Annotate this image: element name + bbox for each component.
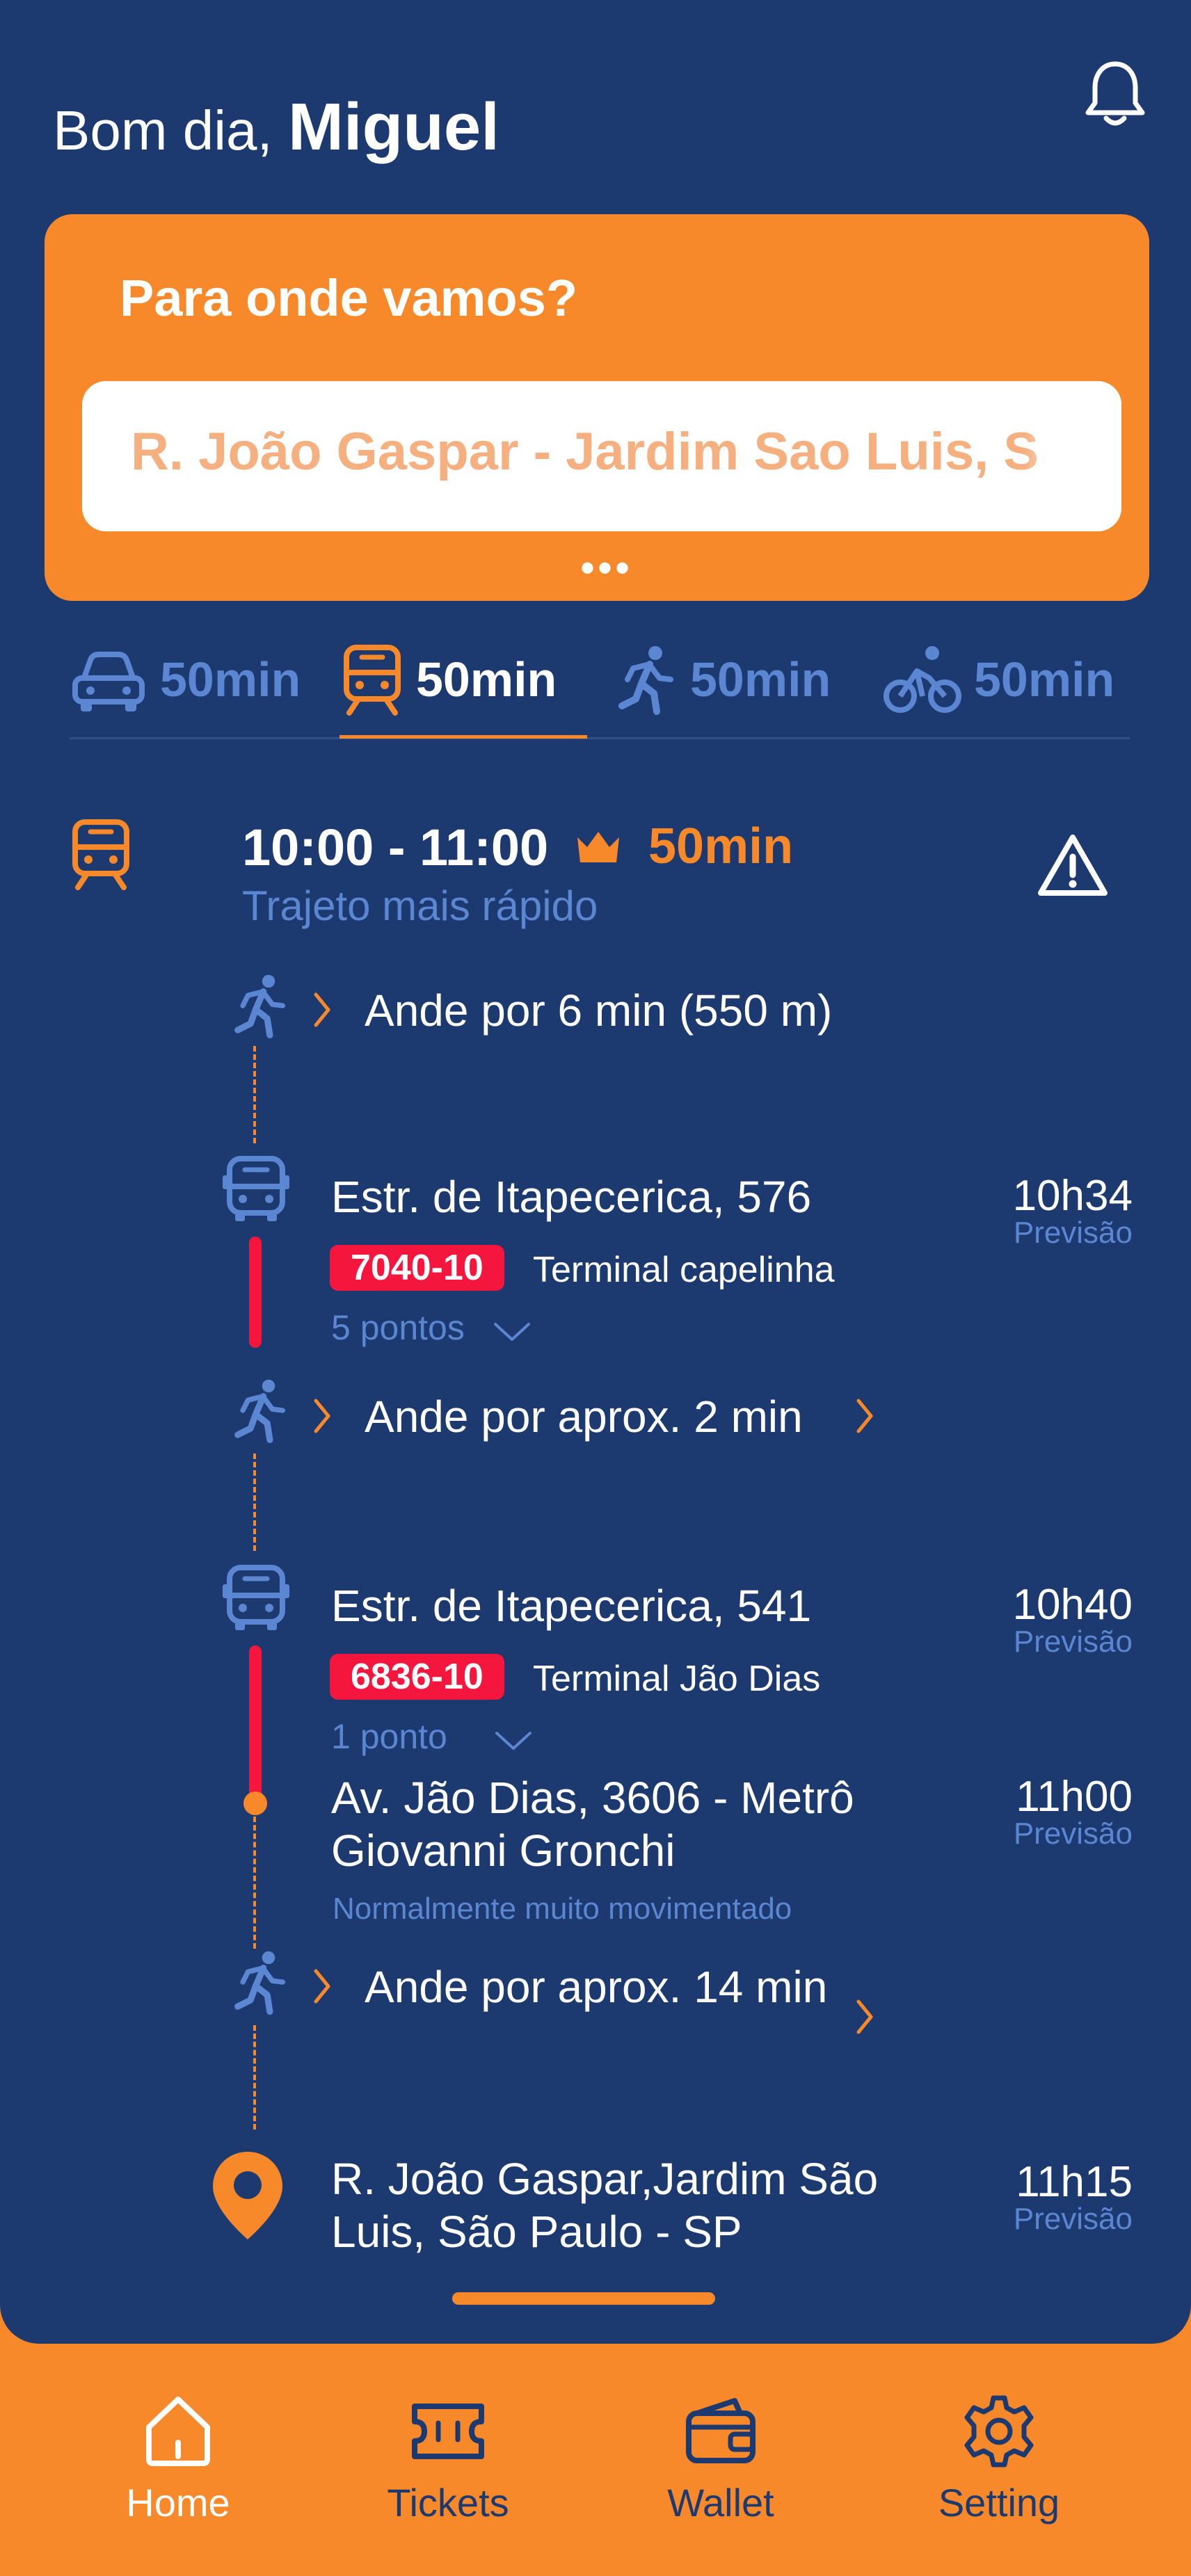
route-subtitle: Trajeto mais rápido bbox=[242, 883, 598, 929]
chevron-down-icon[interactable] bbox=[491, 1319, 533, 1344]
greeting-text: Bom dia, bbox=[53, 99, 273, 161]
alert-icon[interactable] bbox=[1035, 832, 1110, 899]
destination-search-value: R. João Gaspar - Jardim Sao Luis, S bbox=[131, 422, 1039, 481]
bus-icon bbox=[223, 1565, 289, 1630]
mode-tab-car[interactable]: 50min bbox=[70, 641, 301, 718]
stop-2-time-label: Previsão bbox=[1013, 1625, 1133, 1659]
greeting: Bom dia, Miguel bbox=[53, 89, 499, 166]
destination-search-input[interactable]: R. João Gaspar - Jardim Sao Luis, S bbox=[82, 381, 1121, 531]
stop-dot bbox=[243, 1792, 267, 1815]
line-badge[interactable]: 6836-10 bbox=[330, 1654, 504, 1700]
walk-step-3: Ande por aprox. 14 min bbox=[365, 1962, 828, 2012]
chevron-right-icon[interactable] bbox=[312, 1396, 333, 1435]
stop-1-time: 10h34 bbox=[1012, 1172, 1133, 1220]
bus-line-segment bbox=[249, 1645, 262, 1800]
nav-wallet[interactable]: Wallet bbox=[630, 2392, 811, 2525]
walk-icon bbox=[234, 1951, 285, 2015]
route-duration: 50min bbox=[648, 819, 794, 874]
train-icon bbox=[344, 645, 401, 716]
stop-1-time-label: Previsão bbox=[1013, 1216, 1133, 1250]
scroll-indicator[interactable] bbox=[452, 2292, 715, 2305]
car-icon bbox=[72, 652, 145, 711]
stop-3-note: Normalmente muito movimentado bbox=[333, 1892, 792, 1926]
stop-1-terminal: Terminal capelinha bbox=[533, 1250, 835, 1290]
stop-2-terminal: Terminal Jão Dias bbox=[533, 1659, 821, 1699]
mode-tab-train-label: 50min bbox=[416, 652, 557, 707]
nav-tickets-label: Tickets bbox=[387, 2481, 509, 2525]
main-screen: Bom dia, Miguel Para onde vamos? R. João… bbox=[0, 0, 1191, 2344]
stop-1-title: Estr. de Itapecerica, 576 bbox=[331, 1172, 812, 1222]
walk-icon bbox=[234, 974, 285, 1039]
location-pin-icon bbox=[213, 2152, 282, 2239]
bus-icon bbox=[223, 1156, 289, 1221]
stop-3-title-line2: Giovanni Gronchi bbox=[331, 1826, 676, 1876]
tab-divider bbox=[70, 737, 1130, 739]
destination-line2: Luis, São Paulo - SP bbox=[331, 2207, 742, 2257]
more-dots-button[interactable]: ••• bbox=[580, 547, 632, 589]
destination-time-label: Previsão bbox=[1013, 2202, 1133, 2236]
mode-tab-car-label: 50min bbox=[160, 652, 301, 707]
wallet-icon bbox=[686, 2398, 756, 2463]
nav-home-label: Home bbox=[126, 2481, 230, 2525]
destination-time: 11h15 bbox=[1016, 2158, 1133, 2206]
mode-tab-walk-label: 50min bbox=[690, 652, 831, 707]
mode-tab-bike-label: 50min bbox=[974, 652, 1115, 707]
home-icon bbox=[146, 2397, 210, 2466]
chevron-right-icon[interactable] bbox=[854, 1997, 875, 2036]
walk-step-2: Ande por aprox. 2 min bbox=[365, 1392, 803, 1442]
route-dashed-line bbox=[253, 2025, 256, 2130]
ticket-icon bbox=[412, 2404, 484, 2459]
stop-1-stops-count[interactable]: 5 pontos bbox=[331, 1307, 465, 1348]
chevron-right-icon[interactable] bbox=[854, 1396, 875, 1435]
destination-line1: R. João Gaspar,Jardim São bbox=[331, 2154, 879, 2204]
nav-settings[interactable]: Setting bbox=[909, 2392, 1089, 2525]
route-dashed-line bbox=[253, 1046, 256, 1143]
route-dashed-line bbox=[253, 1817, 256, 1949]
route-dashed-line bbox=[253, 1454, 256, 1551]
nav-home[interactable]: Home bbox=[88, 2392, 269, 2525]
stop-3-time: 11h00 bbox=[1016, 1773, 1133, 1821]
walk-step-1: Ande por 6 min (550 m) bbox=[365, 985, 833, 1036]
bell-icon[interactable] bbox=[1077, 56, 1153, 132]
destination-card-title: Para onde vamos? bbox=[120, 269, 578, 327]
stop-2-stops-count[interactable]: 1 ponto bbox=[331, 1716, 447, 1757]
walk-icon bbox=[618, 646, 673, 715]
stop-2-time: 10h40 bbox=[1012, 1581, 1133, 1629]
user-name: Miguel bbox=[287, 90, 499, 164]
stop-3-title-line1: Av. Jão Dias, 3606 - Metrô bbox=[331, 1773, 854, 1823]
bike-icon bbox=[884, 646, 961, 713]
train-icon bbox=[72, 819, 129, 890]
stop-2-title: Estr. de Itapecerica, 541 bbox=[331, 1581, 812, 1631]
crown-icon bbox=[577, 832, 619, 862]
nav-tickets[interactable]: Tickets bbox=[358, 2392, 538, 2525]
chevron-down-icon[interactable] bbox=[493, 1728, 534, 1753]
settings-icon bbox=[964, 2395, 1034, 2468]
walk-icon bbox=[234, 1379, 285, 1444]
line-badge[interactable]: 7040-10 bbox=[330, 1245, 504, 1291]
nav-settings-label: Setting bbox=[938, 2481, 1060, 2525]
bus-line-segment bbox=[249, 1237, 262, 1348]
destination-card: Para onde vamos? R. João Gaspar - Jardim… bbox=[45, 214, 1149, 601]
tab-active-indicator bbox=[339, 735, 587, 739]
mode-tab-bike[interactable]: 50min bbox=[884, 641, 1114, 718]
stop-3-time-label: Previsão bbox=[1013, 1817, 1133, 1851]
chevron-right-icon[interactable] bbox=[312, 990, 333, 1029]
mode-tab-walk[interactable]: 50min bbox=[615, 641, 831, 718]
search-fade bbox=[1024, 381, 1121, 531]
mode-tab-train[interactable]: 50min bbox=[341, 641, 557, 718]
route-time-range: 10:00 - 11:00 bbox=[242, 819, 549, 876]
nav-wallet-label: Wallet bbox=[667, 2481, 774, 2525]
chevron-right-icon[interactable] bbox=[312, 1967, 333, 2006]
